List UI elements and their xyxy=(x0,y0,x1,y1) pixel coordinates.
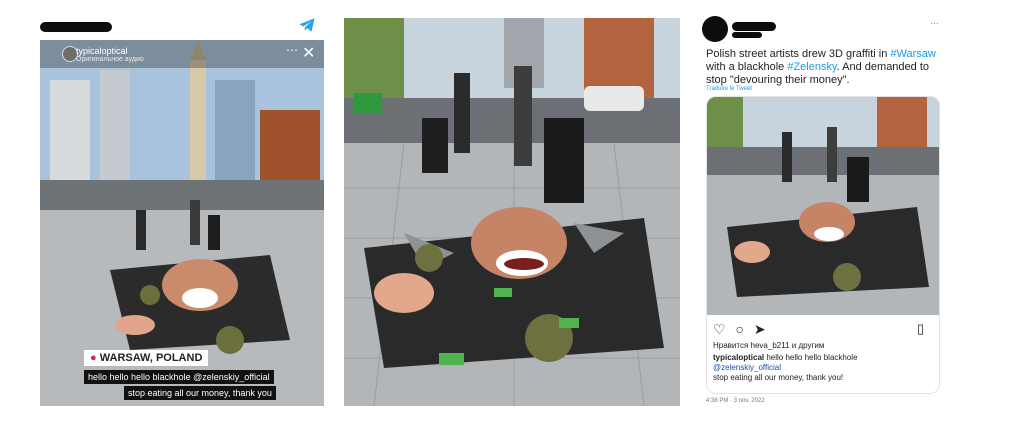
tweet-text-a: Polish street artists drew 3D graffiti i… xyxy=(706,48,891,60)
post-actions: ♡ ○ ➤ xyxy=(713,321,766,338)
close-icon[interactable]: ✕ xyxy=(302,43,315,63)
post-caption: typicaloptical hello hello hello blackho… xyxy=(713,353,933,383)
hashtag-zelensky[interactable]: #Zelensky xyxy=(787,61,836,73)
story-caption-line1: hello hello hello blackhole @zelenskiy_o… xyxy=(84,370,274,384)
embedded-photo xyxy=(707,97,939,315)
hashtag-warsaw[interactable]: #Warsaw xyxy=(890,48,935,60)
story-caption-line2: stop eating all our money, thank you xyxy=(124,386,276,400)
instagram-story-screenshot: typicaloptical Оригинальное аудио ⋯ ✕ ● … xyxy=(40,40,324,406)
embedded-instagram-post[interactable]: ♡ ○ ➤ ▯ Нравится heva_b211 и другим typi… xyxy=(706,96,940,394)
redacted-author-handle xyxy=(732,32,762,38)
translate-link[interactable]: Traduire le Tweet xyxy=(706,86,752,92)
redacted-author-name xyxy=(732,22,776,31)
caption-line2: stop eating all our money, thank you! xyxy=(713,373,844,382)
story-audio-label: Оригинальное аудио xyxy=(76,56,144,63)
tweet-text: Polish street artists drew 3D graffiti i… xyxy=(706,48,946,87)
embedded-scene xyxy=(707,97,939,315)
like-icon[interactable]: ♡ xyxy=(713,321,726,337)
location-label: WARSAW, POLAND xyxy=(99,352,203,364)
caption-text: hello hello hello blackhole xyxy=(764,353,858,362)
caption-mention[interactable]: @zelenskiy_official xyxy=(713,363,781,372)
pin-icon: ● xyxy=(90,352,97,364)
redacted-username xyxy=(40,22,112,32)
tweet-author-avatar[interactable] xyxy=(702,16,728,42)
telegram-icon xyxy=(299,18,315,32)
photo-scene xyxy=(344,18,680,406)
street-art-photo xyxy=(344,18,680,406)
tweet-timestamp[interactable]: 4:38 PM · 3 nov. 2022 xyxy=(706,398,765,404)
share-icon[interactable]: ➤ xyxy=(754,321,766,337)
comment-icon[interactable]: ○ xyxy=(735,321,743,337)
tweet-text-b: with a blackhole xyxy=(706,61,788,73)
likes-text: Нравится heva_b211 и другим xyxy=(713,341,825,350)
story-username[interactable]: typicaloptical xyxy=(76,46,128,56)
caption-username[interactable]: typicaloptical xyxy=(713,353,764,362)
bookmark-icon[interactable]: ▯ xyxy=(917,321,924,337)
more-icon[interactable]: ⋯ xyxy=(286,43,298,57)
more-icon[interactable]: ··· xyxy=(930,18,939,28)
location-sticker: ● WARSAW, POLAND xyxy=(84,350,209,366)
